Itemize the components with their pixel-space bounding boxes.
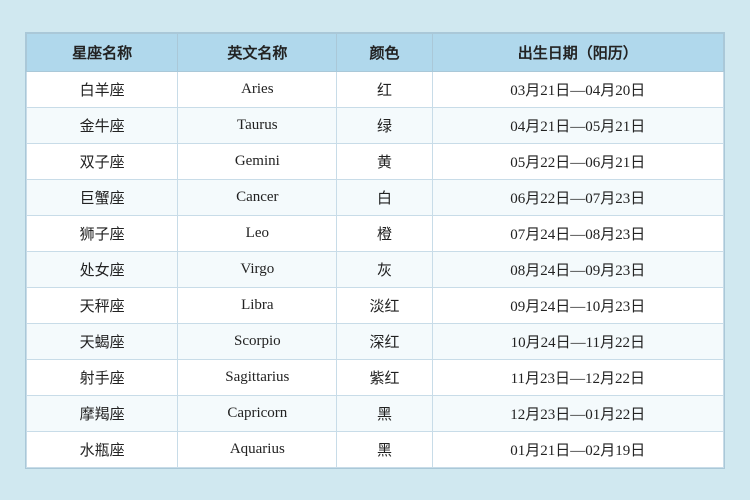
cell-english: Gemini (178, 143, 337, 179)
cell-color: 黑 (337, 395, 432, 431)
cell-dates: 01月21日—02月19日 (432, 431, 723, 467)
cell-color: 白 (337, 179, 432, 215)
cell-dates: 12月23日—01月22日 (432, 395, 723, 431)
cell-color: 绿 (337, 107, 432, 143)
table-row: 白羊座Aries红03月21日—04月20日 (27, 71, 724, 107)
cell-english: Aquarius (178, 431, 337, 467)
cell-chinese: 巨蟹座 (27, 179, 178, 215)
cell-chinese: 天蝎座 (27, 323, 178, 359)
cell-dates: 06月22日—07月23日 (432, 179, 723, 215)
cell-dates: 07月24日—08月23日 (432, 215, 723, 251)
table-row: 摩羯座Capricorn黑12月23日—01月22日 (27, 395, 724, 431)
cell-chinese: 射手座 (27, 359, 178, 395)
table-row: 双子座Gemini黄05月22日—06月21日 (27, 143, 724, 179)
cell-chinese: 白羊座 (27, 71, 178, 107)
zodiac-table-wrapper: 星座名称 英文名称 颜色 出生日期（阳历） 白羊座Aries红03月21日—04… (25, 32, 725, 469)
cell-color: 灰 (337, 251, 432, 287)
cell-english: Taurus (178, 107, 337, 143)
cell-color: 红 (337, 71, 432, 107)
cell-color: 黄 (337, 143, 432, 179)
cell-dates: 09月24日—10月23日 (432, 287, 723, 323)
cell-color: 黑 (337, 431, 432, 467)
table-body: 白羊座Aries红03月21日—04月20日金牛座Taurus绿04月21日—0… (27, 71, 724, 467)
cell-chinese: 摩羯座 (27, 395, 178, 431)
cell-color: 橙 (337, 215, 432, 251)
cell-chinese: 双子座 (27, 143, 178, 179)
cell-chinese: 狮子座 (27, 215, 178, 251)
table-header-row: 星座名称 英文名称 颜色 出生日期（阳历） (27, 33, 724, 71)
table-row: 巨蟹座Cancer白06月22日—07月23日 (27, 179, 724, 215)
col-header-english: 英文名称 (178, 33, 337, 71)
col-header-dates: 出生日期（阳历） (432, 33, 723, 71)
table-row: 天秤座Libra淡红09月24日—10月23日 (27, 287, 724, 323)
cell-english: Scorpio (178, 323, 337, 359)
col-header-chinese: 星座名称 (27, 33, 178, 71)
cell-english: Sagittarius (178, 359, 337, 395)
table-row: 狮子座Leo橙07月24日—08月23日 (27, 215, 724, 251)
zodiac-table: 星座名称 英文名称 颜色 出生日期（阳历） 白羊座Aries红03月21日—04… (26, 33, 724, 468)
cell-chinese: 天秤座 (27, 287, 178, 323)
cell-dates: 08月24日—09月23日 (432, 251, 723, 287)
table-row: 处女座Virgo灰08月24日—09月23日 (27, 251, 724, 287)
cell-color: 深红 (337, 323, 432, 359)
cell-dates: 10月24日—11月22日 (432, 323, 723, 359)
cell-chinese: 处女座 (27, 251, 178, 287)
cell-english: Libra (178, 287, 337, 323)
col-header-color: 颜色 (337, 33, 432, 71)
cell-color: 紫红 (337, 359, 432, 395)
cell-english: Leo (178, 215, 337, 251)
cell-chinese: 水瓶座 (27, 431, 178, 467)
table-row: 射手座Sagittarius紫红11月23日—12月22日 (27, 359, 724, 395)
cell-dates: 03月21日—04月20日 (432, 71, 723, 107)
cell-dates: 04月21日—05月21日 (432, 107, 723, 143)
cell-dates: 05月22日—06月21日 (432, 143, 723, 179)
cell-english: Virgo (178, 251, 337, 287)
cell-english: Aries (178, 71, 337, 107)
cell-english: Capricorn (178, 395, 337, 431)
cell-dates: 11月23日—12月22日 (432, 359, 723, 395)
cell-english: Cancer (178, 179, 337, 215)
table-row: 天蝎座Scorpio深红10月24日—11月22日 (27, 323, 724, 359)
table-row: 金牛座Taurus绿04月21日—05月21日 (27, 107, 724, 143)
cell-chinese: 金牛座 (27, 107, 178, 143)
cell-color: 淡红 (337, 287, 432, 323)
table-row: 水瓶座Aquarius黑01月21日—02月19日 (27, 431, 724, 467)
